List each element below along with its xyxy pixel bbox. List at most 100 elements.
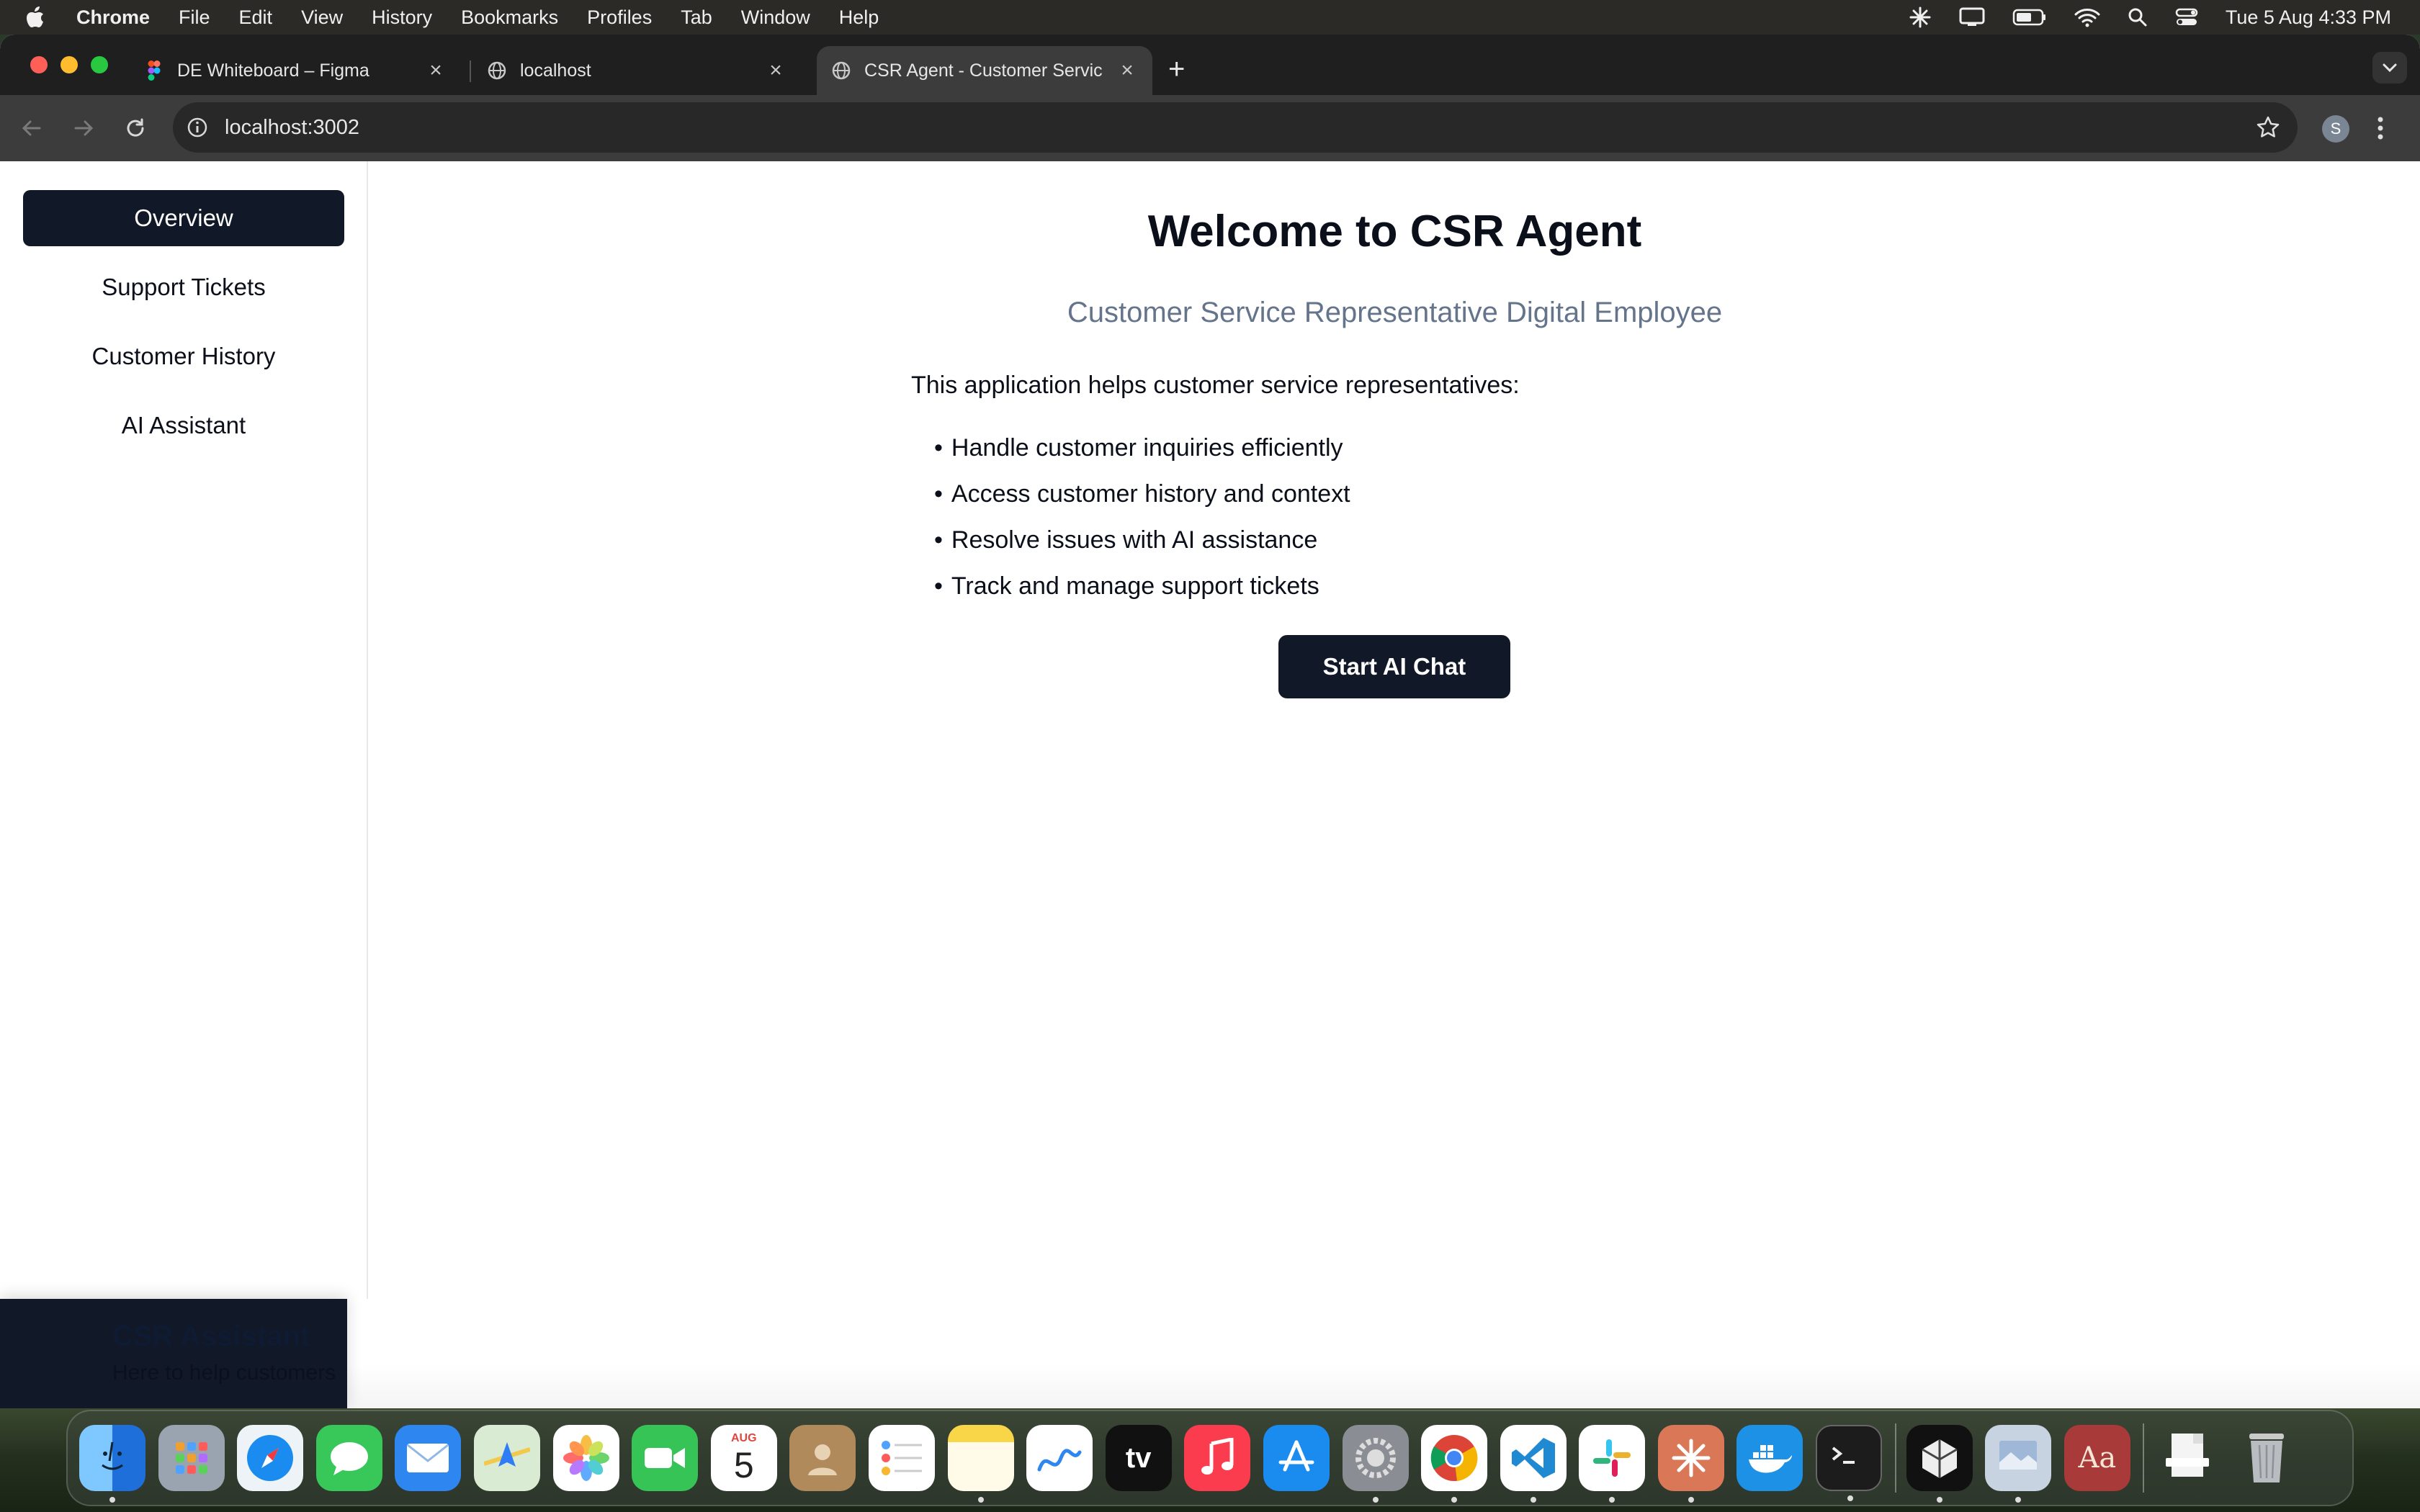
tab-separator	[470, 60, 471, 82]
list-item-text: Resolve issues with AI assistance	[951, 526, 1318, 554]
figma-icon	[144, 60, 164, 81]
more-vertical-icon	[2378, 117, 2383, 140]
chevron-down-icon	[2383, 63, 2397, 73]
page-subtitle: Customer Service Representative Digital …	[1067, 297, 1723, 328]
bookmark-star-icon[interactable]	[2256, 115, 2280, 140]
site-info-icon[interactable]	[186, 116, 209, 139]
menu-window[interactable]: Window	[741, 6, 810, 29]
docker-icon[interactable]	[1736, 1425, 1803, 1491]
menu-profiles[interactable]: Profiles	[587, 6, 652, 29]
start-ai-chat-button[interactable]: Start AI Chat	[1278, 635, 1510, 698]
apple-icon[interactable]	[26, 6, 55, 28]
slack-icon[interactable]	[1579, 1425, 1646, 1503]
chrome-icon[interactable]	[1421, 1425, 1488, 1503]
back-button[interactable]	[17, 114, 46, 143]
forward-button[interactable]	[69, 114, 98, 143]
profile-avatar[interactable]: S	[2322, 115, 2349, 143]
app-store-icon[interactable]	[1263, 1425, 1330, 1491]
zoom-window-button[interactable]	[91, 56, 108, 73]
mail-icon[interactable]	[395, 1425, 462, 1491]
photos-icon[interactable]	[552, 1425, 619, 1491]
menubar-clock[interactable]: Tue 5 Aug 4:33 PM	[2226, 6, 2391, 29]
safari-icon[interactable]	[237, 1425, 304, 1491]
browser-toolbar: localhost:3002 S	[0, 95, 2420, 161]
wifi-icon[interactable]	[2074, 7, 2100, 27]
sidebar-item-support-tickets[interactable]: Support Tickets	[23, 259, 344, 315]
menu-file[interactable]: File	[179, 6, 210, 29]
sidebar-item-customer-history[interactable]: Customer History	[23, 328, 344, 384]
menu-history[interactable]: History	[372, 6, 432, 29]
calendar-month: AUG	[730, 1432, 757, 1444]
tab-search-button[interactable]	[2372, 52, 2407, 84]
new-tab-button[interactable]: +	[1168, 55, 1185, 84]
menu-tab[interactable]: Tab	[681, 6, 712, 29]
macos-dock: AUG 5 tv Aa	[66, 1410, 2354, 1506]
url-text[interactable]: localhost:3002	[225, 116, 359, 140]
contacts-icon[interactable]	[789, 1425, 856, 1491]
tab-csr-agent[interactable]: CSR Agent - Customer Servic ×	[817, 46, 1152, 95]
claude-icon[interactable]	[1657, 1425, 1724, 1503]
vscode-icon[interactable]	[1500, 1425, 1567, 1503]
main-content: Welcome to CSR Agent Customer Service Re…	[369, 161, 2420, 1408]
macos-menu-bar: Chrome File Edit View History Bookmarks …	[0, 0, 2420, 35]
sidebar-nav: Overview Support Tickets Customer Histor…	[0, 161, 368, 1299]
tab-close-icon[interactable]: ×	[425, 58, 447, 83]
minimize-window-button[interactable]	[60, 56, 78, 73]
tab-figma[interactable]: DE Whiteboard – Figma ×	[130, 46, 461, 95]
list-item: • Handle customer inquiries efficiently	[934, 425, 1350, 471]
music-icon[interactable]	[1184, 1425, 1251, 1491]
document-stack-icon[interactable]	[2154, 1425, 2220, 1491]
bullet-icon: •	[934, 526, 943, 554]
claude-status-icon[interactable]	[1909, 6, 1932, 29]
terminal-icon[interactable]	[1816, 1425, 1883, 1501]
sidebar-item-ai-assistant[interactable]: AI Assistant	[23, 397, 344, 454]
close-window-button[interactable]	[30, 56, 48, 73]
menu-app-name[interactable]: Chrome	[76, 6, 150, 29]
spotlight-search-icon[interactable]	[2128, 7, 2148, 27]
tab-close-icon[interactable]: ×	[1116, 58, 1138, 83]
sidebar-item-overview[interactable]: Overview	[23, 190, 344, 246]
screen-mirroring-icon[interactable]	[1959, 7, 1985, 27]
control-center-icon[interactable]	[2175, 7, 2198, 27]
preview-icon[interactable]	[1985, 1425, 2052, 1503]
battery-icon[interactable]	[2012, 9, 2047, 26]
reminders-icon[interactable]	[868, 1425, 935, 1491]
dock-separator	[1894, 1423, 1896, 1493]
globe-icon	[831, 60, 851, 81]
list-item-text: Track and manage support tickets	[951, 572, 1319, 600]
facetime-icon[interactable]	[632, 1425, 699, 1491]
notes-icon[interactable]	[947, 1425, 1014, 1503]
freeform-icon[interactable]	[1026, 1425, 1093, 1491]
calendar-icon[interactable]: AUG 5	[710, 1425, 777, 1491]
window-controls	[30, 56, 108, 73]
menu-bookmarks[interactable]: Bookmarks	[461, 6, 558, 29]
menu-edit[interactable]: Edit	[239, 6, 273, 29]
tab-close-icon[interactable]: ×	[765, 58, 786, 83]
messages-icon[interactable]	[315, 1425, 382, 1491]
dictionary-label: Aa	[2078, 1441, 2117, 1475]
page-bottom-area	[347, 1299, 2420, 1408]
arrow-right-icon	[74, 120, 94, 136]
assistant-widget-title: CSR Assistant	[112, 1320, 310, 1352]
feature-list: • Handle customer inquiries efficiently •…	[934, 425, 1350, 609]
tab-localhost[interactable]: localhost ×	[472, 46, 801, 95]
menu-help[interactable]: Help	[839, 6, 879, 29]
bullet-icon: •	[934, 480, 943, 508]
launchpad-icon[interactable]	[158, 1425, 225, 1491]
dictionary-icon[interactable]: Aa	[2063, 1425, 2130, 1491]
address-bar[interactable]: localhost:3002	[173, 102, 2298, 153]
assistant-widget-subtitle: Here to help customers	[112, 1361, 336, 1385]
chrome-menu-button[interactable]	[2377, 114, 2384, 146]
menu-view[interactable]: View	[301, 6, 343, 29]
csr-assistant-widget[interactable]: CSR Assistant Here to help customers	[0, 1299, 347, 1408]
tab-strip: DE Whiteboard – Figma × localhost × CSR …	[0, 35, 2420, 95]
intro-text: This application helps customer service …	[911, 372, 1520, 399]
apple-tv-icon[interactable]: tv	[1105, 1425, 1172, 1491]
list-item-text: Access customer history and context	[951, 480, 1350, 508]
cursor-app-icon[interactable]	[1906, 1425, 1973, 1503]
maps-icon[interactable]	[473, 1425, 540, 1491]
reload-button[interactable]	[121, 114, 150, 143]
system-settings-icon[interactable]	[1342, 1425, 1409, 1503]
finder-icon[interactable]	[79, 1425, 145, 1503]
trash-icon[interactable]	[2233, 1425, 2300, 1491]
